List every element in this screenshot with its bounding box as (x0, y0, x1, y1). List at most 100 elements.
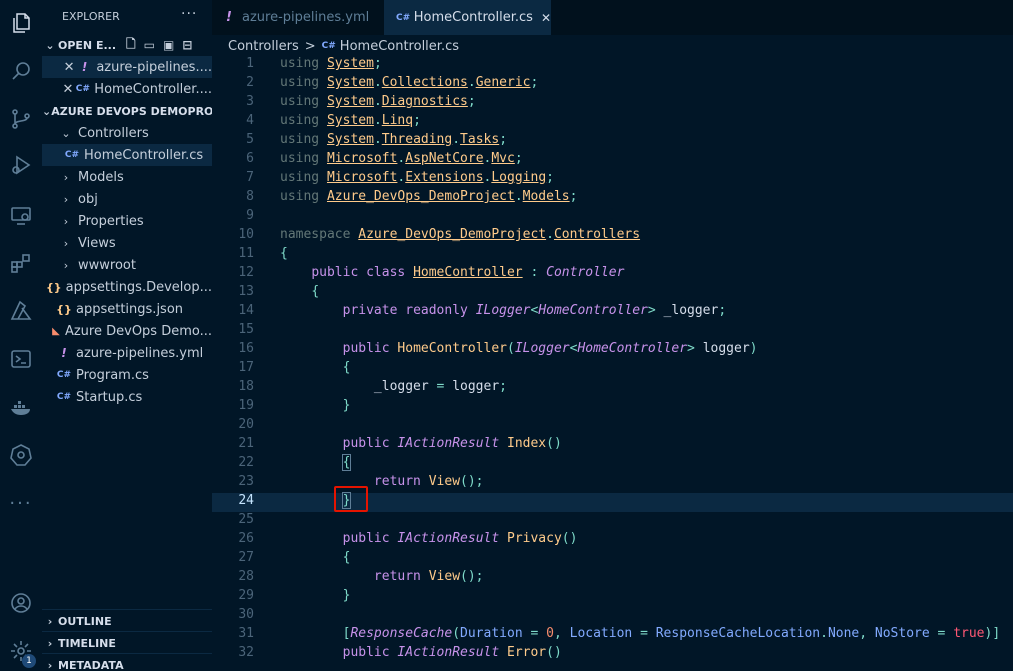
tree-item-controllers[interactable]: ⌄ Controllers (42, 122, 212, 144)
outline-label: OUTLINE (58, 614, 112, 628)
tab-azure-pipelines[interactable]: ! azure-pipelines.yml (212, 0, 384, 35)
run-debug-icon[interactable] (0, 146, 42, 184)
metadata-section[interactable]: › METADATA (42, 653, 212, 671)
code-line: 32 public IActionResult Error() (238, 645, 562, 660)
chevron-down-icon: ⌄ (61, 126, 71, 140)
code-line: 5 using System.Threading.Tasks; (246, 132, 508, 147)
code-line: 31 [ResponseCache(Duration = 0, Location… (238, 626, 1001, 641)
tree-item-obj[interactable]: › obj (42, 188, 212, 210)
breadcrumb-separator: > (304, 38, 316, 54)
chevron-right-icon: › (63, 236, 69, 250)
tab-label: azure-pipelines.yml (242, 10, 370, 25)
tree-item-azure-pipelines[interactable]: ! azure-pipelines.yml (42, 342, 212, 364)
open-editors-section[interactable]: ⌄ OPEN E... 🗋 ▭ ▣ ⊟ (42, 34, 212, 56)
tree-item-label: appsettings.json (76, 301, 184, 317)
csharp-icon: C# (56, 370, 72, 380)
tree-item-appsettings[interactable]: {} appsettings.json (42, 298, 212, 320)
tree-item-label: HomeController.cs (84, 147, 204, 163)
code-line: 27 { (238, 550, 351, 565)
outline-section[interactable]: › OUTLINE (42, 609, 212, 632)
code-line: 13 { (238, 284, 320, 299)
tree-item-label: Controllers (78, 125, 149, 141)
code-line: 4 using System.Linq; (246, 113, 421, 128)
tree-item-views[interactable]: › Views (42, 232, 212, 254)
code-line: 2 using System.Collections.Generic; (246, 75, 539, 90)
code-line: 1 using System; (246, 56, 382, 71)
code-line: 12 public class HomeController : Control… (238, 265, 625, 280)
code-line: 16 public HomeController(ILogger<HomeCon… (238, 341, 758, 356)
tree-item-wwwroot[interactable]: › wwwroot (42, 254, 212, 276)
code-line: 18 _logger = logger; (238, 379, 507, 394)
more-views-icon[interactable]: ··· (0, 484, 42, 522)
open-editors-label: OPEN E... (58, 38, 117, 52)
timeline-label: TIMELINE (58, 636, 116, 650)
tab-homecontroller[interactable]: C# HomeController.cs ✕ (384, 0, 552, 35)
open-editor-item[interactable]: ✕ C# HomeController.... (42, 78, 212, 100)
collapse-all-icon[interactable]: ⊟ (182, 38, 192, 52)
rss-icon: ◣ (52, 325, 60, 337)
tab-label: HomeController.cs (413, 10, 533, 25)
source-control-icon[interactable] (0, 100, 42, 138)
timeline-section[interactable]: › TIMELINE (42, 631, 212, 654)
chevron-right-icon: › (47, 636, 53, 650)
tree-item-azure-devops-demo[interactable]: ◣ Azure DevOps Demo... (42, 320, 212, 342)
code-line: 30 (238, 607, 254, 622)
explorer-more-icon[interactable]: ··· (181, 6, 197, 22)
explorer-sidebar: EXPLORER ··· ⌄ OPEN E... 🗋 ▭ ▣ ⊟ ✕ ! azu… (42, 0, 213, 671)
tree-item-label: wwwroot (78, 257, 136, 273)
code-line: 7 using Microsoft.Extensions.Logging; (246, 170, 554, 185)
breadcrumb: Controllers > C# HomeController.cs (228, 37, 459, 55)
chevron-right-icon: › (63, 214, 69, 228)
search-icon[interactable] (0, 52, 42, 90)
chevron-right-icon: › (47, 614, 53, 628)
account-icon[interactable] (0, 584, 42, 622)
tree-item-label: Properties (78, 213, 144, 229)
tree-item-startup[interactable]: C# Startup.cs (42, 386, 212, 408)
code-line: 22 { (238, 454, 352, 471)
explorer-files-icon[interactable] (0, 4, 42, 42)
tree-item-properties[interactable]: › Properties (42, 210, 212, 232)
code-line: 6 using Microsoft.AspNetCore.Mvc; (246, 151, 523, 166)
code-line: 15 (238, 322, 254, 337)
csharp-icon: C# (396, 12, 411, 23)
settings-gear-icon[interactable]: 1 (0, 632, 42, 670)
azure-icon[interactable] (0, 292, 42, 330)
metadata-label: METADATA (58, 658, 124, 671)
project-section[interactable]: ⌄ AZURE DEVOPS DEMOPRO... (42, 100, 212, 122)
new-file-icon[interactable]: 🗋 (126, 35, 136, 56)
csharp-icon: C# (75, 84, 90, 94)
docker-icon[interactable] (0, 388, 42, 426)
code-line: 20 (238, 417, 254, 432)
open-editor-item[interactable]: ✕ ! azure-pipelines.... (42, 56, 212, 78)
activity-bar: ··· 1 (0, 0, 43, 671)
tree-item-homecontroller[interactable]: C# HomeController.cs (42, 144, 212, 166)
code-line: 14 private readonly ILogger<HomeControll… (238, 303, 727, 318)
terminal-icon[interactable] (0, 340, 42, 378)
chevron-right-icon: › (63, 258, 69, 272)
save-all-icon[interactable]: ▣ (163, 38, 174, 52)
json-icon: {} (56, 302, 72, 316)
remote-explorer-icon[interactable] (0, 196, 42, 234)
tree-item-program[interactable]: C# Program.cs (42, 364, 212, 386)
code-line: 17 { (238, 360, 351, 375)
new-folder-icon[interactable]: ▭ (144, 38, 155, 52)
code-line: 9 (246, 208, 254, 223)
tree-item-appsettings-dev[interactable]: {} appsettings.Develop... (42, 276, 212, 298)
code-line: 28 return View(); (238, 569, 484, 584)
close-icon[interactable]: ✕ (61, 82, 76, 97)
code-line: 29 } (238, 588, 351, 603)
close-tab-icon[interactable]: ✕ (541, 11, 551, 25)
csharp-icon: C# (321, 41, 336, 51)
breadcrumb-folder[interactable]: Controllers (228, 39, 299, 54)
kubernetes-icon[interactable] (0, 436, 42, 474)
breadcrumb-file[interactable]: HomeController.cs (340, 39, 459, 54)
chevron-right-icon: › (63, 192, 69, 206)
yaml-icon: ! (61, 346, 67, 360)
tree-item-models[interactable]: › Models (42, 166, 212, 188)
code-line: 21 public IActionResult Index() (238, 436, 562, 451)
tree-item-label: Views (78, 235, 116, 251)
code-line: 11{ (238, 246, 288, 261)
close-icon[interactable]: ✕ (61, 60, 76, 75)
extensions-icon[interactable] (0, 244, 42, 282)
open-editor-name: HomeController.... (94, 81, 212, 97)
